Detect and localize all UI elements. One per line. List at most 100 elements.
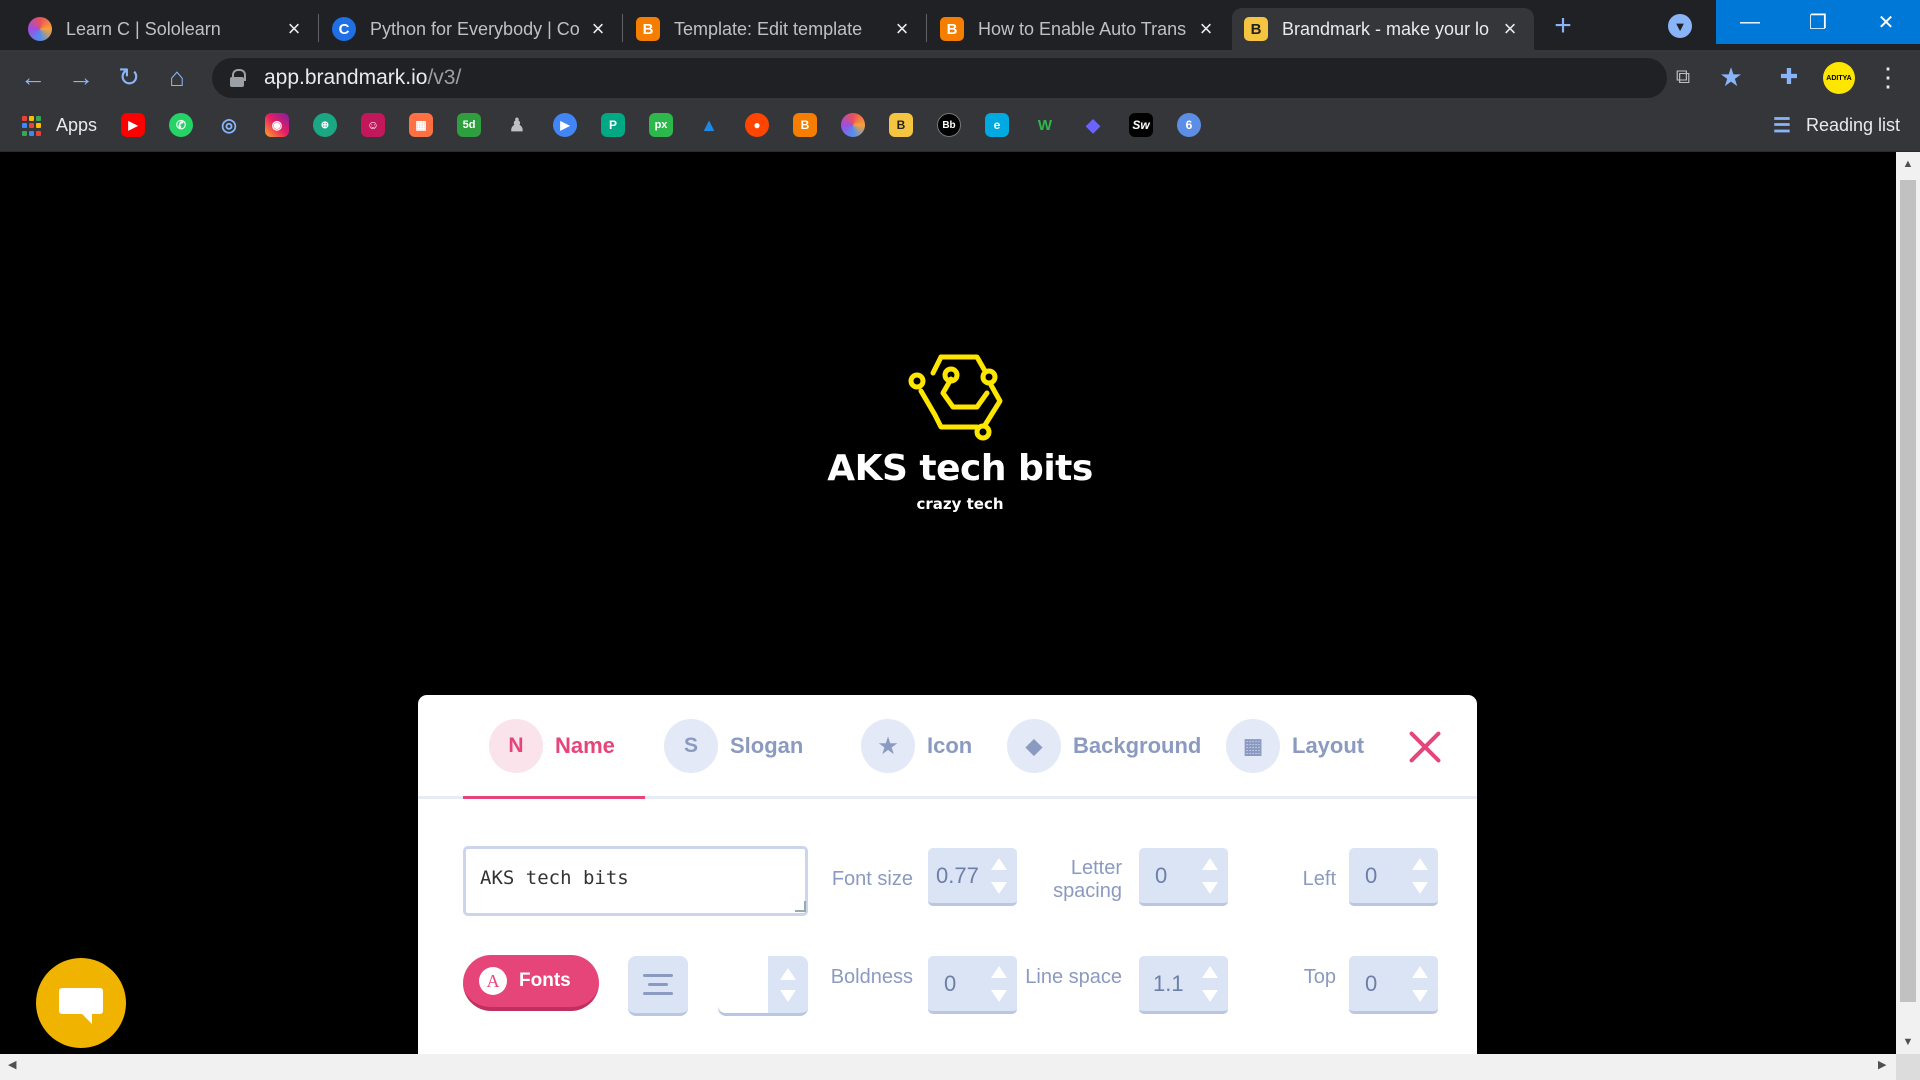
boldness-stepper[interactable]: 0 [928, 956, 1017, 1014]
left-stepper[interactable]: 0 [1349, 848, 1438, 906]
scroll-down-icon[interactable]: ▼ [1896, 1032, 1920, 1052]
stepper-arrows-icon[interactable] [991, 966, 1007, 1002]
stepper-arrows-icon[interactable] [1412, 966, 1428, 1002]
address-bar[interactable]: app.brandmark.io /v3/ [212, 58, 1667, 98]
stepper-arrows-icon[interactable] [1202, 966, 1218, 1002]
bookmark-sw-icon[interactable]: Sw [1129, 113, 1153, 137]
bookmark-p-icon[interactable]: P [601, 113, 625, 137]
stepper-arrows-icon[interactable] [1412, 858, 1428, 894]
brandmark-bookmark-icon[interactable]: B [889, 113, 913, 137]
align-line [643, 992, 673, 995]
bookmark-w-icon[interactable]: W [1033, 113, 1057, 137]
sololearn-icon [28, 17, 52, 41]
whatsapp-icon[interactable]: ✆ [169, 113, 193, 137]
joystick-icon[interactable]: ♟ [505, 113, 529, 137]
letter-spacing-label-line2: spacing [1053, 880, 1122, 902]
line-space-stepper[interactable]: 1.1 [1139, 956, 1228, 1014]
bookmark-e-icon[interactable]: e [985, 113, 1009, 137]
bookmark-globe-icon[interactable]: ⊕ [313, 113, 337, 137]
forward-icon[interactable]: → [66, 62, 96, 92]
tab-slogan[interactable]: S Slogan [664, 719, 803, 773]
text-align-button[interactable] [628, 956, 688, 1016]
menu-kebab-icon[interactable]: ⋮ [1873, 62, 1903, 92]
new-tab-button[interactable]: + [1545, 8, 1581, 44]
bookmark-star-icon[interactable]: ★ [1716, 62, 1746, 92]
profile-avatar[interactable]: ADITYA [1823, 62, 1855, 94]
chat-widget-button[interactable] [36, 958, 126, 1048]
blogger-bookmark-icon[interactable]: B [793, 113, 817, 137]
lock-icon[interactable] [230, 69, 246, 87]
bookmark-6-icon[interactable]: 6 [1177, 113, 1201, 137]
boldness-value: 0 [944, 970, 957, 996]
close-tab-icon[interactable]: × [586, 16, 610, 42]
scroll-up-icon[interactable]: ▲ [1896, 154, 1920, 174]
tab-title: How to Enable Auto Trans [978, 18, 1187, 39]
url-path: /v3/ [427, 66, 462, 89]
reading-list-icon[interactable]: ☰ [1770, 113, 1794, 137]
letter-spacing-label: Letter spacing [1030, 857, 1122, 903]
tab-background[interactable]: ◆ Background [1007, 719, 1201, 773]
bookmark-avatar-icon[interactable]: ☺ [361, 113, 385, 137]
tab-layout[interactable]: ▦ Layout [1226, 719, 1364, 773]
scroll-left-icon[interactable]: ◀ [8, 1058, 16, 1071]
reading-list-label[interactable]: Reading list [1806, 115, 1900, 136]
stepper-arrows-icon[interactable] [991, 858, 1007, 894]
bookmark-layers-icon[interactable]: ◆ [1081, 113, 1105, 137]
tab-label: Slogan [730, 733, 804, 758]
tab-name[interactable]: N Name [489, 719, 615, 773]
reload-icon[interactable]: ↻ [114, 62, 144, 92]
close-tab-icon[interactable]: × [282, 16, 306, 42]
tab-brandmark[interactable]: B Brandmark - make your lo × [1232, 8, 1534, 50]
vertical-scrollbar[interactable]: ▲ ▼ [1896, 152, 1920, 1054]
behance-icon[interactable]: Bb [937, 113, 961, 137]
youtube-icon[interactable]: ▶ [121, 113, 145, 137]
scroll-right-icon[interactable]: ▶ [1878, 1058, 1886, 1071]
left-value: 0 [1365, 862, 1378, 888]
align-line [643, 974, 673, 977]
flask-icon[interactable]: ▲ [697, 113, 721, 137]
bookmark-5d-icon[interactable]: 5d [457, 113, 481, 137]
play-icon[interactable]: ▶ [553, 113, 577, 137]
back-icon[interactable]: ← [18, 62, 48, 92]
close-tab-icon[interactable]: × [890, 16, 914, 42]
close-panel-icon[interactable] [1407, 729, 1443, 765]
bookmark-store-icon[interactable]: ▦ [409, 113, 433, 137]
select-arrows-icon[interactable] [780, 968, 796, 1002]
tab-coursera[interactable]: C Python for Everybody | Co × [320, 8, 622, 50]
minimize-button[interactable]: — [1716, 0, 1784, 44]
tab-blogger-template[interactable]: B Template: Edit template × [624, 8, 926, 50]
apps-grid-icon[interactable] [22, 116, 42, 136]
instagram-icon[interactable]: ◉ [265, 113, 289, 137]
stepper-arrows-icon[interactable] [1202, 858, 1218, 894]
extensions-icon[interactable]: ✚ [1774, 62, 1804, 92]
url-host: app.brandmark.io [264, 66, 428, 89]
font-size-stepper[interactable]: 0.77 [928, 848, 1017, 906]
left-label: Left [1302, 868, 1336, 890]
restore-button[interactable]: ❐ [1784, 0, 1852, 44]
close-tab-icon[interactable]: × [1498, 16, 1522, 42]
apps-label[interactable]: Apps [56, 115, 97, 136]
browser-toolbar: ← → ↻ ⌂ app.brandmark.io /v3/ ⧉ ★ ✚ ⋮ [0, 50, 1920, 104]
horizontal-scrollbar[interactable]: ◀ ▶ [0, 1054, 1896, 1080]
tab-blogger-auto-trans[interactable]: B How to Enable Auto Trans × [928, 8, 1230, 50]
reddit-icon[interactable]: ● [745, 113, 769, 137]
tab-separator [622, 14, 623, 42]
sololearn-bookmark-icon[interactable] [841, 113, 865, 137]
fonts-button[interactable]: A Fonts [463, 955, 599, 1011]
case-select[interactable] [718, 956, 808, 1016]
top-stepper[interactable]: 0 [1349, 956, 1438, 1014]
scrollbar-thumb[interactable] [1900, 180, 1916, 1002]
close-tab-icon[interactable]: × [1194, 16, 1218, 42]
tab-sololearn[interactable]: Learn C | Sololearn × [16, 8, 318, 50]
logo-name-input[interactable]: AKS tech bits [463, 846, 808, 916]
tab-search-icon[interactable]: ▼ [1668, 14, 1692, 38]
resize-grip-icon[interactable] [795, 901, 806, 912]
close-window-button[interactable]: ✕ [1852, 0, 1920, 44]
pixabay-icon[interactable]: px [649, 113, 673, 137]
top-label: Top [1303, 966, 1336, 988]
home-icon[interactable]: ⌂ [162, 62, 192, 92]
translate-icon[interactable]: ⧉ [1668, 62, 1698, 92]
letter-spacing-stepper[interactable]: 0 [1139, 848, 1228, 906]
podcast-icon[interactable]: ◎ [217, 113, 241, 137]
tab-icon[interactable]: ★ Icon [861, 719, 972, 773]
